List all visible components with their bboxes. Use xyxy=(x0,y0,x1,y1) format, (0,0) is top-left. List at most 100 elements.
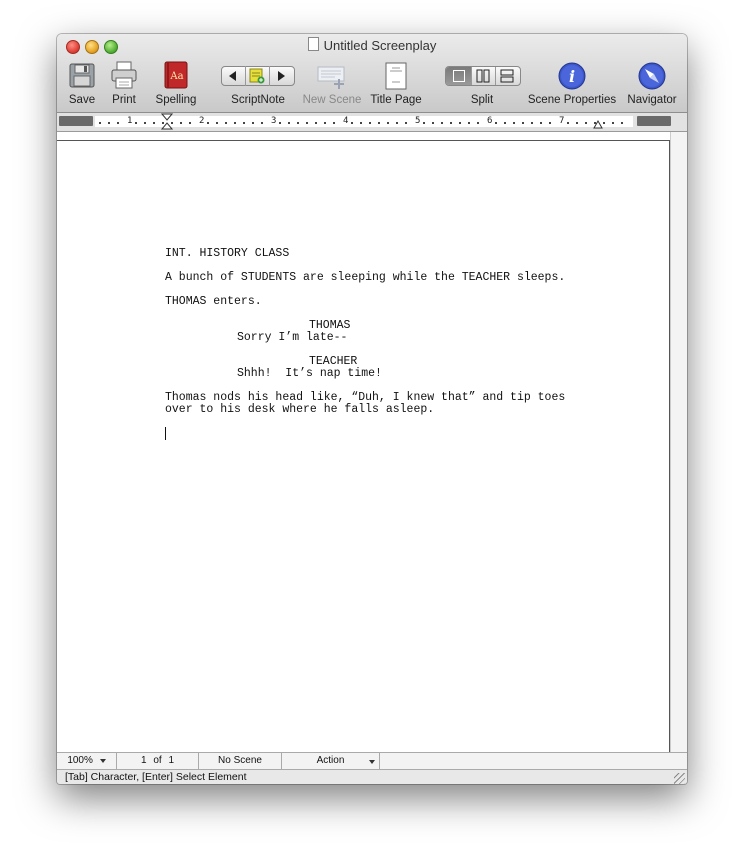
new-scene-label: New Scene xyxy=(302,94,362,106)
left-indent-marker-icon[interactable] xyxy=(161,113,173,131)
ruler-track xyxy=(95,116,633,127)
ruler-number: 7 xyxy=(559,116,565,126)
text-caret xyxy=(165,427,166,440)
print-label: Print xyxy=(112,94,136,106)
single-pane-icon xyxy=(453,70,465,82)
ruler-tick xyxy=(423,122,425,124)
ruler-number: 5 xyxy=(415,116,421,126)
ruler-tick xyxy=(387,122,389,124)
navigator-button[interactable]: Navigator xyxy=(627,60,677,108)
new-scene-button[interactable]: New Scene xyxy=(303,60,361,108)
ruler-tick xyxy=(225,122,227,124)
save-button[interactable]: Save xyxy=(65,60,99,108)
chevron-down-icon xyxy=(369,760,375,764)
ruler-tick xyxy=(180,122,182,124)
toolbar: Untitled Screenplay Save Print Aa Spelli… xyxy=(57,34,687,113)
ruler-tick xyxy=(378,122,380,124)
ruler-tick xyxy=(576,122,578,124)
ruler-tick xyxy=(324,122,326,124)
dialogue-line[interactable]: Shhh! It’s nap time! xyxy=(237,368,382,380)
ruler-tick xyxy=(396,122,398,124)
floppy-disk-icon xyxy=(69,63,95,88)
ruler-tick xyxy=(144,122,146,124)
chevron-down-icon xyxy=(99,759,106,763)
compass-icon xyxy=(638,62,666,90)
svg-text:Aa: Aa xyxy=(169,71,183,82)
ruler-number: 6 xyxy=(487,116,493,126)
svg-text:i: i xyxy=(569,67,575,86)
sticky-note-icon[interactable] xyxy=(248,67,266,85)
scene-properties-button[interactable]: i Scene Properties xyxy=(528,60,616,108)
scene-heading[interactable]: INT. HISTORY CLASS xyxy=(165,248,289,260)
ruler-tick xyxy=(207,122,209,124)
split-control[interactable]: Split xyxy=(445,60,521,108)
print-button[interactable]: Print xyxy=(107,60,141,108)
zoom-value: 100% xyxy=(67,755,93,766)
ruler-tick xyxy=(108,122,110,124)
split-vertical-icon[interactable] xyxy=(476,69,490,83)
ruler-tick xyxy=(315,122,317,124)
ruler-tick xyxy=(306,122,308,124)
ruler-left-cap xyxy=(59,116,93,126)
ruler-tick xyxy=(495,122,497,124)
action-line[interactable]: over to his desk where he falls asleep. xyxy=(165,404,434,416)
ruler-tick xyxy=(450,122,452,124)
ruler-number: 3 xyxy=(271,116,277,126)
page xyxy=(57,140,670,753)
ruler-tick xyxy=(522,122,524,124)
action-line[interactable]: THOMAS enters. xyxy=(165,296,262,308)
element-popup[interactable]: Action xyxy=(282,753,380,769)
split-horizontal-icon[interactable] xyxy=(500,69,514,83)
ruler-tick xyxy=(405,122,407,124)
scriptnote-control[interactable]: ScriptNote xyxy=(221,60,295,108)
status-bar: 100% 1 of 1 No Scene Action xyxy=(57,752,687,769)
element-value: Action xyxy=(316,755,345,766)
dialogue-line[interactable]: Sorry I’m late-- xyxy=(237,332,347,344)
ruler-tick xyxy=(540,122,542,124)
ruler-right-cap xyxy=(637,116,671,126)
ruler-tick xyxy=(513,122,515,124)
spelling-label: Spelling xyxy=(155,94,197,106)
scene-indicator: No Scene xyxy=(199,753,282,769)
ruler-tick xyxy=(135,122,137,124)
ruler-tick xyxy=(216,122,218,124)
add-scene-icon xyxy=(317,66,345,89)
zoom-popup[interactable]: 100% xyxy=(57,753,117,769)
ruler-tick xyxy=(261,122,263,124)
resize-grip[interactable] xyxy=(674,773,685,784)
script-editor[interactable]: INT. HISTORY CLASS A bunch of STUDENTS a… xyxy=(57,132,687,753)
ruler-tick xyxy=(360,122,362,124)
right-indent-marker-icon[interactable] xyxy=(593,117,603,129)
ruler-tick xyxy=(468,122,470,124)
title-page-button[interactable]: Title Page xyxy=(370,60,422,108)
ruler-number: 1 xyxy=(127,116,133,126)
ruler-tick xyxy=(117,122,119,124)
app-window: Untitled Screenplay Save Print Aa Spelli… xyxy=(57,34,687,784)
ruler-tick xyxy=(603,122,605,124)
ruler-tick xyxy=(189,122,191,124)
ruler-tick xyxy=(531,122,533,124)
ruler-tick xyxy=(369,122,371,124)
ruler-tick xyxy=(549,122,551,124)
ruler-tick xyxy=(612,122,614,124)
ruler-tick xyxy=(99,122,101,124)
ruler-tick xyxy=(333,122,335,124)
ruler-tick xyxy=(153,122,155,124)
vertical-scrollbar[interactable] xyxy=(670,132,687,752)
next-note-icon[interactable] xyxy=(276,71,286,81)
ruler-tick xyxy=(459,122,461,124)
dictionary-book-icon: Aa xyxy=(164,61,188,89)
ruler-tick xyxy=(252,122,254,124)
action-line[interactable]: A bunch of STUDENTS are sleeping while t… xyxy=(165,272,565,284)
ruler[interactable]: 1 2 3 4 5 6 7 xyxy=(57,113,687,132)
ruler-tick xyxy=(432,122,434,124)
ruler-tick xyxy=(504,122,506,124)
printer-icon xyxy=(111,61,137,89)
navigator-label: Navigator xyxy=(627,94,677,106)
ruler-tick xyxy=(351,122,353,124)
save-label: Save xyxy=(68,94,96,106)
spelling-button[interactable]: Aa Spelling xyxy=(156,60,196,108)
ruler-tick xyxy=(477,122,479,124)
previous-note-icon[interactable] xyxy=(228,71,238,81)
ruler-tick xyxy=(234,122,236,124)
